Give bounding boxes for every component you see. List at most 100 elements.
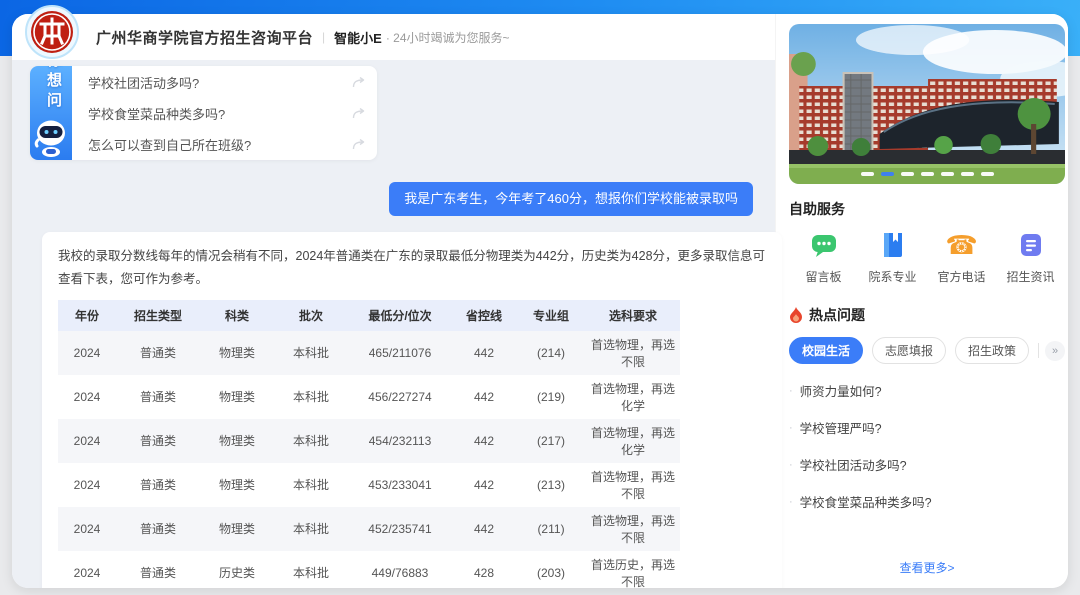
chevron-right-icon[interactable]: » (1045, 341, 1065, 361)
suggestion-text: 学校社团活动多吗? (88, 73, 199, 92)
hot-question-item[interactable]: · 师资力量如何? (789, 372, 1065, 409)
cell-requirement: 首选物理，再选化学 (586, 419, 680, 463)
table-header-cell: 省控线 (452, 300, 516, 331)
cell-type: 普通类 (116, 551, 200, 588)
bot-message-card: 我校的录取分数线每年的情况会稍有不同，2024年普通类在广东的录取最低分物理类为… (42, 232, 782, 588)
view-more-link[interactable]: 查看更多> (789, 550, 1065, 582)
suggestion-item[interactable]: 怎么可以查到自己所在班级? (72, 129, 377, 159)
suggestions-side-panel: 你想问 (30, 66, 72, 160)
table-row: 2024 普通类 物理类 本科批 465/211076 442 (214) 首选… (58, 331, 680, 375)
hot-question-list: · 师资力量如何? · 学校管理严吗? · 学校社团活动多吗? · 学校食堂菜品… (789, 372, 1065, 520)
service-admission-news[interactable]: 招生资讯 (996, 231, 1065, 285)
hot-flame-icon (789, 307, 803, 323)
major-group-link[interactable]: (211) (516, 507, 586, 551)
table-row: 2024 普通类 历史类 本科批 449/76883 428 (203) 首选历… (58, 551, 680, 588)
cell-year: 2024 (58, 419, 116, 463)
cell-requirement: 首选历史，再选不限 (586, 551, 680, 588)
suggestion-item[interactable]: 学校食堂菜品种类多吗? (72, 98, 377, 128)
title-divider: | (322, 30, 325, 44)
cell-batch: 本科批 (274, 463, 348, 507)
cell-control-line: 442 (452, 331, 516, 375)
hot-topics-header: 热点问题 (789, 305, 1065, 325)
carousel-dot[interactable] (941, 172, 954, 176)
table-header-cell: 招生类型 (116, 300, 200, 331)
tab-policy[interactable]: 招生政策 (955, 337, 1029, 364)
carousel-dot[interactable] (981, 172, 994, 176)
cell-score-rank: 456/227274 (348, 375, 452, 419)
carousel-dot[interactable] (861, 172, 874, 176)
cell-batch: 本科批 (274, 551, 348, 588)
suggestion-item[interactable]: 学校社团活动多吗? (72, 67, 377, 97)
cell-requirement: 首选物理，再选化学 (586, 375, 680, 419)
table-header-cell: 专业组 (516, 300, 586, 331)
major-group-link[interactable]: (213) (516, 463, 586, 507)
suggestion-text: 学校食堂菜品种类多吗? (88, 104, 225, 123)
table-row: 2024 普通类 物理类 本科批 453/233041 442 (213) 首选… (58, 463, 680, 507)
table-row: 2024 普通类 物理类 本科批 456/227274 442 (219) 首选… (58, 375, 680, 419)
bullet-icon: · (789, 385, 793, 397)
bullet-icon: · (789, 422, 793, 434)
carousel-dots (789, 172, 1065, 176)
bot-reply-text: 我校的录取分数线每年的情况会稍有不同，2024年普通类在广东的录取最低分物理类为… (58, 245, 766, 291)
cell-subject: 物理类 (200, 507, 274, 551)
major-group-link[interactable]: (219) (516, 375, 586, 419)
cell-type: 普通类 (116, 463, 200, 507)
hot-question-text: 师资力量如何? (800, 381, 882, 400)
cell-batch: 本科批 (274, 419, 348, 463)
cell-type: 普通类 (116, 375, 200, 419)
robot-mascot-icon (33, 118, 69, 158)
service-departments[interactable]: 院系专业 (858, 231, 927, 285)
sidebar: 自助服务 留言板 院系专业 (775, 14, 1068, 588)
major-group-link[interactable]: (217) (516, 419, 586, 463)
table-header-cell: 批次 (274, 300, 348, 331)
table-header-cell: 年份 (58, 300, 116, 331)
cell-control-line: 442 (452, 375, 516, 419)
assistant-name: 智能小E (334, 28, 382, 47)
hot-question-item[interactable]: · 学校食堂菜品种类多吗? (789, 483, 1065, 520)
tab-campus-life[interactable]: 校园生活 (789, 337, 863, 364)
message-board-icon (810, 231, 838, 259)
major-group-link[interactable]: (214) (516, 331, 586, 375)
carousel-dot[interactable] (901, 172, 914, 176)
cell-score-rank: 453/233041 (348, 463, 452, 507)
service-official-phone[interactable]: ☎ 官方电话 (927, 231, 996, 285)
table-header-cell: 最低分/位次 (348, 300, 452, 331)
carousel-dot[interactable] (961, 172, 974, 176)
admission-score-table: 年份招生类型科类批次最低分/位次省控线专业组选科要求 2024 普通类 物理类 … (58, 300, 680, 588)
cell-batch: 本科批 (274, 331, 348, 375)
services-row: 留言板 院系专业 ☎ 官方电话 (789, 231, 1065, 285)
phone-icon: ☎ (945, 231, 977, 259)
suggestions-label: 你想问 (43, 66, 64, 112)
cell-score-rank: 454/232113 (348, 419, 452, 463)
carousel-dot[interactable] (921, 172, 934, 176)
major-group-link[interactable]: (203) (516, 551, 586, 588)
hot-topic-tabs: 校园生活 志愿填报 招生政策 » (789, 337, 1065, 364)
hot-question-item[interactable]: · 学校社团活动多吗? (789, 446, 1065, 483)
cell-year: 2024 (58, 463, 116, 507)
school-logo-icon (25, 5, 79, 59)
cell-year: 2024 (58, 375, 116, 419)
service-label: 留言板 (806, 268, 842, 285)
departments-icon (879, 231, 907, 259)
main-card: 广州华商学院官方招生咨询平台 | 智能小E · 24小时竭诚为您服务~ 你想问 (12, 14, 1068, 588)
tab-application[interactable]: 志愿填报 (872, 337, 946, 364)
cell-control-line: 428 (452, 551, 516, 588)
cell-type: 普通类 (116, 331, 200, 375)
cell-score-rank: 452/235741 (348, 507, 452, 551)
cell-requirement: 首选物理，再选不限 (586, 507, 680, 551)
campus-photo (789, 24, 1065, 184)
cell-type: 普通类 (116, 419, 200, 463)
suggestion-list: 学校社团活动多吗? 学校食堂菜品种类多吗? (72, 66, 377, 160)
service-label: 招生资讯 (1007, 268, 1055, 285)
table-row: 2024 普通类 物理类 本科批 454/232113 442 (217) 首选… (58, 419, 680, 463)
service-label: 院系专业 (869, 268, 917, 285)
hot-question-item[interactable]: · 学校管理严吗? (789, 409, 1065, 446)
carousel-dot-active[interactable] (881, 172, 894, 176)
cell-control-line: 442 (452, 507, 516, 551)
suggestion-text: 怎么可以查到自己所在班级? (88, 135, 251, 154)
admission-news-icon (1017, 231, 1045, 259)
user-message-bubble: 我是广东考生，今年考了460分，想报你们学校能被录取吗 (389, 182, 753, 216)
service-message-board[interactable]: 留言板 (789, 231, 858, 285)
cell-subject: 物理类 (200, 331, 274, 375)
tabs-separator (1038, 343, 1039, 358)
